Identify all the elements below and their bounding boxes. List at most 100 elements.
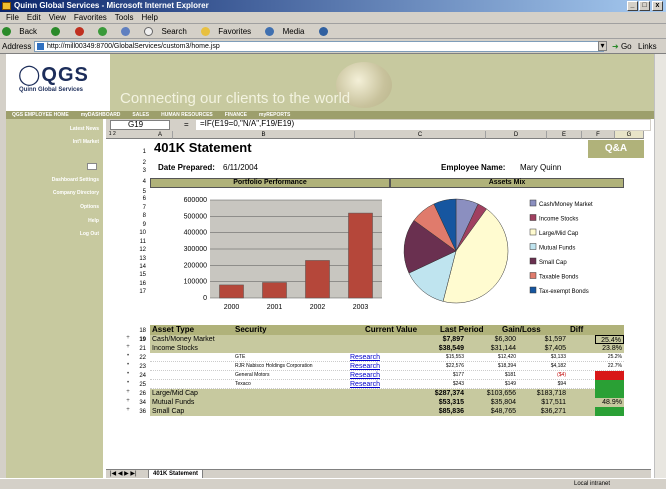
menu-tools[interactable]: Tools — [115, 13, 134, 22]
row-header[interactable]: 16 — [136, 280, 146, 288]
diff-value[interactable] — [595, 389, 624, 398]
row-header[interactable]: 18 — [136, 327, 146, 335]
search-button[interactable]: Search — [144, 27, 193, 37]
diff-value[interactable]: 25.4% — [595, 335, 624, 344]
side-nav-item[interactable]: Int'l Market — [73, 139, 99, 145]
outline-expand-icon[interactable]: + — [123, 389, 133, 395]
media-button[interactable]: Media — [265, 27, 310, 37]
column-header[interactable]: B — [173, 131, 355, 139]
row-header[interactable]: 8 — [136, 212, 146, 220]
browser-scrollbar[interactable] — [654, 54, 666, 478]
nav-item[interactable]: SALES — [132, 112, 149, 118]
legend-label: Small Cap — [539, 260, 567, 266]
column-header[interactable]: E — [547, 131, 582, 139]
current-value: $53,315 — [438, 399, 464, 406]
current-value: $287,374 — [434, 390, 464, 397]
formula-input[interactable]: =IF(E19=0,"N/A",F19/E19) — [196, 120, 650, 130]
side-nav-item[interactable]: Options — [80, 204, 99, 210]
row-header[interactable]: 17 — [136, 288, 146, 296]
address-dropdown[interactable]: ▾ — [598, 41, 607, 51]
column-header[interactable]: F — [582, 131, 615, 139]
research-link[interactable]: Research — [350, 371, 380, 380]
row-header[interactable]: 21 — [136, 345, 146, 353]
qa-cell[interactable]: Q&A — [588, 140, 644, 158]
diff-value[interactable]: 48.9% — [595, 398, 624, 407]
nav-item[interactable]: myDASHBOARD — [81, 112, 121, 118]
refresh-button[interactable] — [97, 27, 113, 37]
nav-item[interactable]: QGS EMPLOYEE HOME — [12, 112, 69, 118]
nav-item[interactable]: myREPORTS — [259, 112, 290, 118]
nav-item[interactable]: FINANCE — [225, 112, 247, 118]
row-header[interactable]: 15 — [136, 271, 146, 279]
sheet-tab[interactable]: 401K Statement — [148, 470, 204, 478]
column-header[interactable]: D — [486, 131, 547, 139]
column-header[interactable]: C — [355, 131, 486, 139]
history-button[interactable] — [318, 27, 334, 37]
side-nav-item[interactable]: Log Out — [80, 231, 99, 237]
row-header[interactable]: 2 — [136, 159, 146, 167]
diff-value[interactable] — [595, 407, 624, 416]
row-header[interactable]: 25 — [136, 381, 146, 389]
links-button[interactable]: Links — [638, 39, 657, 54]
row-header[interactable]: 3 — [136, 167, 146, 175]
stop-button[interactable] — [74, 27, 90, 37]
row-header[interactable]: 11 — [136, 238, 146, 246]
side-nav-item[interactable]: Company Directory — [53, 190, 99, 196]
row-header[interactable]: 36 — [136, 408, 146, 416]
back-button[interactable]: Back — [2, 27, 43, 37]
history-icon — [318, 27, 328, 37]
row-header[interactable]: 19 — [136, 336, 146, 344]
row-header[interactable]: 9 — [136, 221, 146, 229]
column-header[interactable]: G — [615, 131, 644, 139]
row-header[interactable]: 34 — [136, 399, 146, 407]
nav-item[interactable]: HUMAN RESOURCES — [161, 112, 213, 118]
sheet-nav-arrows[interactable]: |◀ ◀ ▶ ▶| — [110, 470, 137, 478]
side-nav-item[interactable]: Dashboard Settings — [52, 177, 99, 183]
outline-expand-icon[interactable]: + — [123, 407, 133, 413]
home-button[interactable] — [120, 27, 136, 37]
row-header[interactable]: 10 — [136, 229, 146, 237]
diff-value[interactable]: 22.7% — [595, 362, 624, 371]
menu-help[interactable]: Help — [141, 13, 157, 22]
menu-edit[interactable]: Edit — [27, 13, 41, 22]
row-header[interactable]: 6 — [136, 195, 146, 203]
diff-value[interactable] — [595, 380, 624, 389]
maximize-button[interactable]: □ — [639, 1, 650, 11]
row-header[interactable]: 26 — [136, 390, 146, 398]
row-header[interactable]: 14 — [136, 263, 146, 271]
research-link[interactable]: Research — [350, 362, 380, 371]
row-header[interactable]: 22 — [136, 354, 146, 362]
minimize-button[interactable]: _ — [627, 1, 638, 11]
research-link[interactable]: Research — [350, 353, 380, 362]
row-header[interactable]: 13 — [136, 255, 146, 263]
row-header[interactable]: 7 — [136, 204, 146, 212]
menu-file[interactable]: File — [6, 13, 19, 22]
diff-value[interactable] — [595, 371, 624, 380]
close-button[interactable]: x — [652, 1, 663, 11]
favorites-button[interactable]: Favorites — [201, 27, 257, 37]
diff-value[interactable]: 25.2% — [595, 353, 624, 362]
row-header[interactable]: 23 — [136, 363, 146, 371]
outline-expand-icon[interactable]: + — [123, 398, 133, 404]
outline-level-buttons[interactable]: 1 2 — [106, 131, 148, 139]
side-nav-item[interactable]: Help — [88, 218, 99, 224]
logo[interactable]: ◯QGS — [18, 62, 89, 87]
outline-expand-icon[interactable]: + — [123, 335, 133, 341]
name-box[interactable]: G19 — [110, 120, 170, 130]
side-nav-item[interactable]: Latest News — [70, 126, 99, 132]
go-button[interactable]: ➜ Go — [612, 39, 632, 54]
outline-expand-icon[interactable]: + — [123, 344, 133, 350]
address-input[interactable]: http://mill00349:8700/GlobalServices/cus… — [34, 41, 604, 52]
forward-button[interactable] — [51, 27, 66, 37]
menu-view[interactable]: View — [49, 13, 66, 22]
column-header[interactable]: A — [148, 131, 173, 139]
mail-icon[interactable] — [87, 163, 97, 170]
diff-value[interactable]: 23.8% — [595, 344, 624, 353]
row-header[interactable]: 12 — [136, 246, 146, 254]
menu-favorites[interactable]: Favorites — [74, 13, 107, 22]
row-header[interactable]: 4 — [136, 178, 146, 186]
last-period: $103,656 — [486, 390, 516, 397]
row-header[interactable]: 24 — [136, 372, 146, 380]
research-link[interactable]: Research — [350, 380, 380, 389]
row-header[interactable]: 1 — [136, 148, 146, 156]
